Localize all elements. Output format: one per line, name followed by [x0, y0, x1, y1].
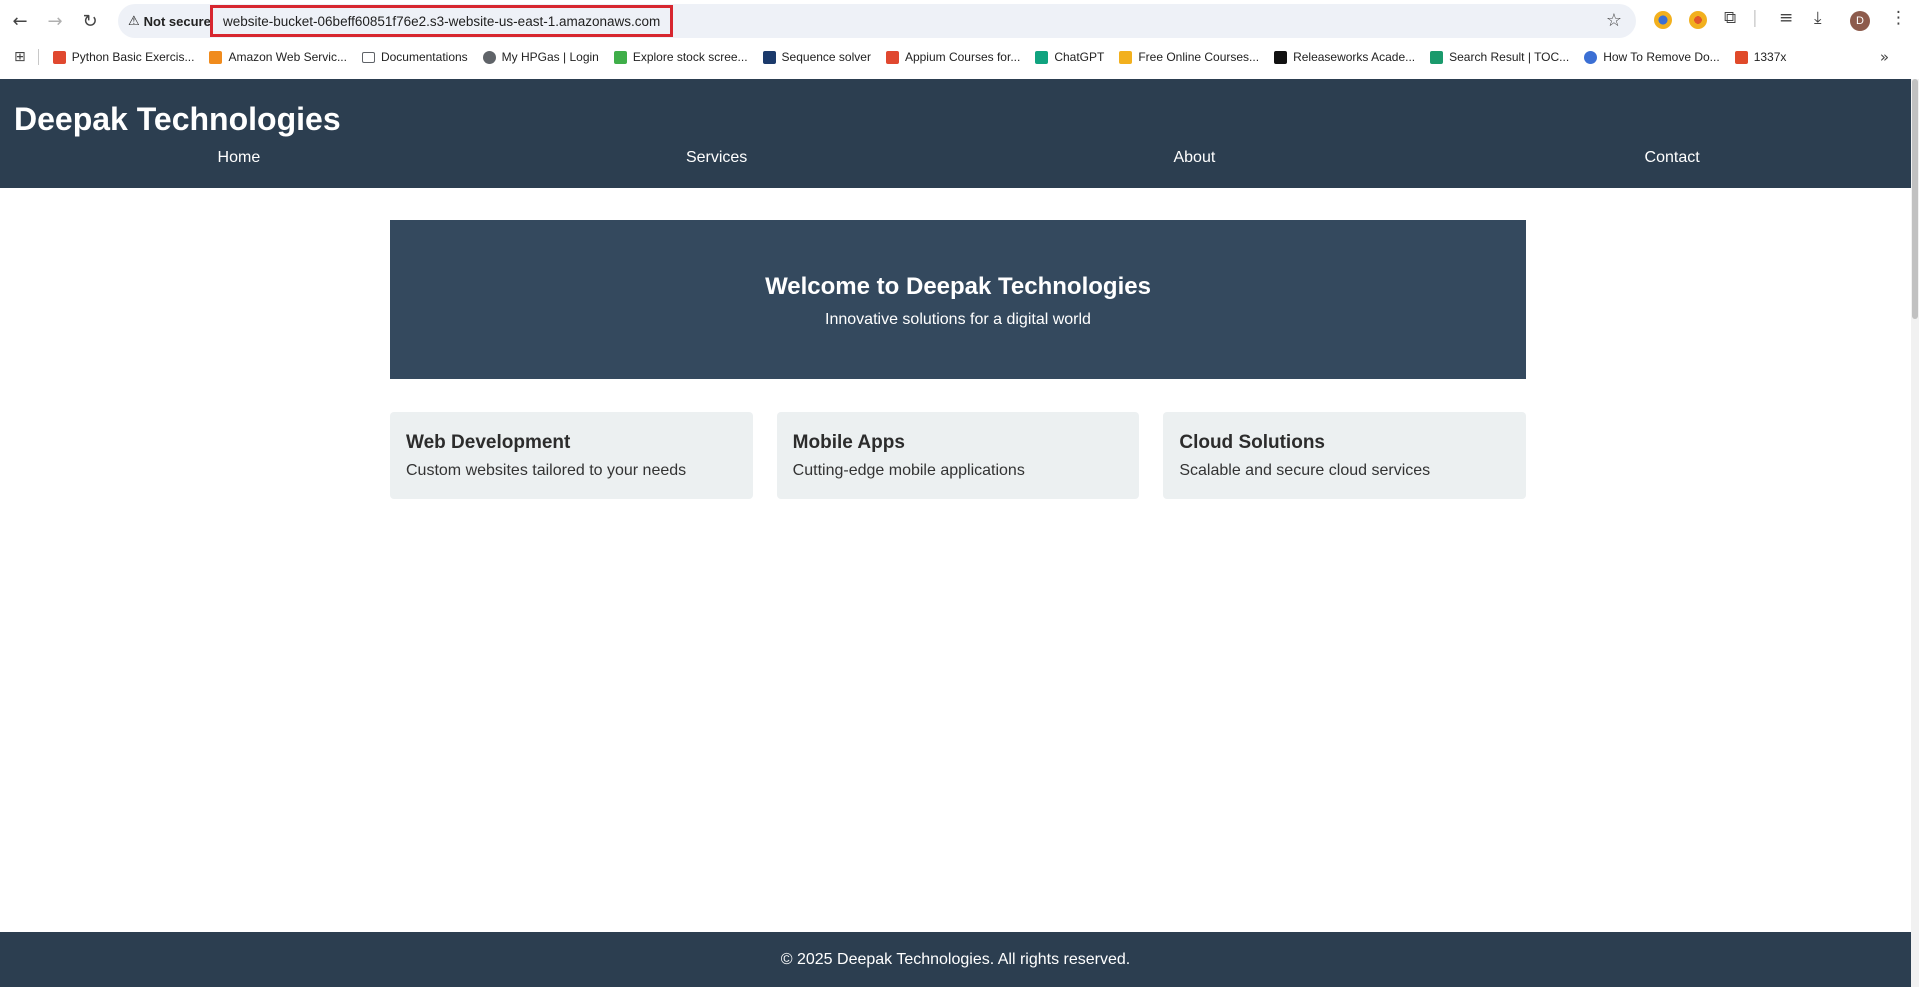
scrollbar-thumb[interactable] — [1912, 79, 1918, 319]
bookmark-label: Python Basic Exercis... — [71, 50, 195, 64]
nav-link-services[interactable]: Services — [478, 149, 956, 167]
hero-banner: Welcome to Deepak Technologies Innovativ… — [390, 220, 1526, 379]
service-card-mobile: Mobile Apps Cutting-edge mobile applicat… — [776, 412, 1140, 499]
extension-icon[interactable] — [1654, 11, 1672, 29]
card-title: Cloud Solutions — [1179, 432, 1325, 453]
browser-toolbar: ← → ↻ ⚠ Not secure website-bucket-06beff… — [0, 0, 1919, 42]
service-card-cloud: Cloud Solutions Scalable and secure clou… — [1163, 412, 1527, 499]
bookmark-item[interactable]: Documentations — [361, 50, 468, 64]
bookmark-item[interactable]: ChatGPT — [1035, 50, 1104, 64]
bookmark-item[interactable]: Sequence solver — [762, 50, 871, 64]
bookmark-item[interactable]: Free Online Courses... — [1119, 50, 1259, 64]
bookmarks-divider — [37, 49, 39, 65]
bookmark-item[interactable]: Amazon Web Servic... — [209, 50, 347, 64]
extension-icon[interactable] — [1689, 11, 1707, 29]
bookmark-item[interactable]: Search Result | TOC... — [1430, 50, 1569, 64]
bookmark-star-icon[interactable]: ☆ — [1606, 10, 1622, 31]
security-label: Not secure — [143, 13, 211, 29]
releaseworks-favicon-icon — [1274, 50, 1288, 64]
vertical-scrollbar[interactable] — [1911, 79, 1919, 987]
card-title: Web Development — [406, 432, 571, 453]
bookmark-label: Amazon Web Servic... — [228, 50, 347, 64]
globe-icon — [1584, 50, 1598, 64]
appium-favicon-icon — [885, 50, 899, 64]
bookmarks-bar: ⊞ Python Basic Exercis... Amazon Web Serv… — [0, 44, 1919, 70]
bookmark-item[interactable]: Releaseworks Acade... — [1274, 50, 1415, 64]
bookmark-label: Releaseworks Acade... — [1293, 50, 1416, 64]
apps-grid-icon[interactable]: ⊞ — [14, 49, 26, 65]
bookmark-item[interactable]: Python Basic Exercis... — [52, 50, 195, 64]
courses-favicon-icon — [1119, 50, 1133, 64]
bookmark-label: ChatGPT — [1054, 50, 1105, 64]
chatgpt-favicon-icon — [1035, 50, 1049, 64]
chevron-double-right-icon[interactable]: » — [1880, 48, 1889, 66]
python-favicon-icon — [52, 50, 66, 64]
bookmark-label: 1337x — [1753, 50, 1787, 64]
card-description: Scalable and secure cloud services — [1179, 462, 1431, 479]
hero-subtitle: Innovative solutions for a digital world — [825, 311, 1091, 328]
security-chip[interactable]: ⚠ Not secure — [128, 12, 211, 30]
site-footer: © 2025 Deepak Technologies. All rights r… — [0, 932, 1911, 987]
bookmark-label: Explore stock scree... — [632, 50, 748, 64]
avatar[interactable]: D — [1850, 11, 1870, 31]
bookmark-label: Documentations — [380, 50, 468, 64]
bookmark-label: Search Result | TOC... — [1449, 50, 1570, 64]
nav-link-about[interactable]: About — [956, 149, 1434, 167]
nav-link-home[interactable]: Home — [0, 149, 478, 167]
chart-favicon-icon — [613, 50, 627, 64]
bookmark-label: How To Remove Do... — [1603, 50, 1720, 64]
card-description: Cutting-edge mobile applications — [792, 462, 1025, 479]
warning-icon: ⚠ — [128, 13, 140, 29]
bookmark-item[interactable]: 1337x — [1734, 50, 1787, 64]
site-nav: Home Services About Contact — [0, 149, 1911, 167]
bookmark-item[interactable]: Explore stock scree... — [613, 50, 748, 64]
bookmark-label: My HPGas | Login — [501, 50, 599, 64]
bookmarks-list: Python Basic Exercis... Amazon Web Servic… — [52, 50, 1802, 64]
reload-icon[interactable]: ↻ — [77, 8, 103, 34]
bookmark-item[interactable]: My HPGas | Login — [482, 50, 599, 64]
bookmark-label: Appium Courses for... — [904, 50, 1021, 64]
aws-favicon-icon — [209, 50, 223, 64]
card-title: Mobile Apps — [792, 432, 905, 453]
address-bar[interactable]: ⚠ Not secure website-bucket-06beff60851f… — [118, 4, 1636, 38]
card-description: Custom websites tailored to your needs — [406, 462, 687, 479]
bookmark-item[interactable]: Appium Courses for... — [885, 50, 1021, 64]
url-text[interactable]: website-bucket-06beff60851f76e2.s3-websi… — [210, 5, 674, 37]
hero-title: Welcome to Deepak Technologies — [765, 273, 1151, 300]
back-arrow-icon[interactable]: ← — [7, 8, 33, 34]
service-card-web: Web Development Custom websites tailored… — [390, 412, 753, 499]
media-controls-icon[interactable]: ≡ — [1779, 8, 1793, 28]
nav-link-contact[interactable]: Contact — [1433, 149, 1911, 167]
bookmark-label: Free Online Courses... — [1138, 50, 1260, 64]
sequence-favicon-icon — [762, 50, 776, 64]
globe-icon — [482, 50, 496, 64]
puzzle-icon[interactable]: ⧉ — [1724, 8, 1736, 28]
folder-icon — [361, 51, 375, 63]
site-header: Deepak Technologies Home Services About … — [0, 79, 1911, 188]
download-icon[interactable]: ⤓ — [1814, 8, 1822, 28]
page-viewport: Deepak Technologies Home Services About … — [0, 79, 1911, 987]
bookmark-label: Sequence solver — [781, 50, 871, 64]
toolbar-divider: | — [1752, 8, 1758, 28]
forward-arrow-icon[interactable]: → — [42, 8, 68, 34]
site-title: Deepak Technologies — [14, 101, 341, 137]
bookmark-item[interactable]: How To Remove Do... — [1584, 50, 1720, 64]
services-cards: Web Development Custom websites tailored… — [390, 412, 1527, 499]
toc-favicon-icon — [1430, 50, 1444, 64]
x-favicon-icon — [1734, 50, 1748, 64]
menu-kebab-icon[interactable]: ⋮ — [1890, 8, 1907, 28]
